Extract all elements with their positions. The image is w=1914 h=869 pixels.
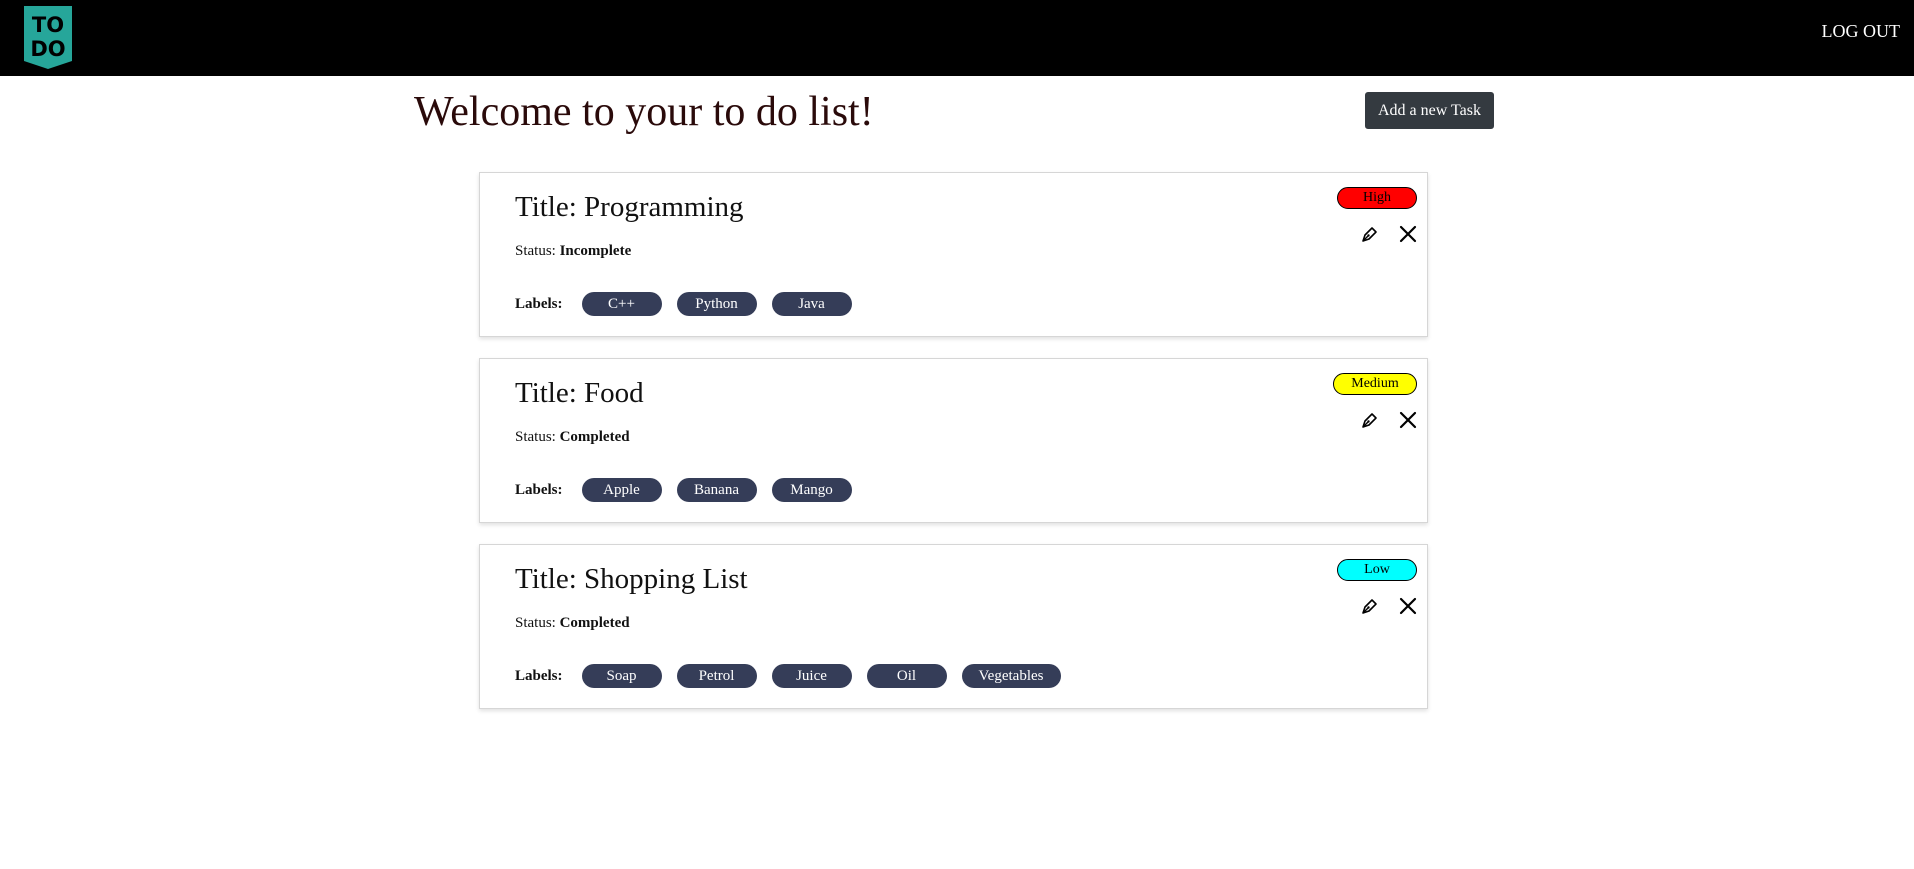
- label-chip[interactable]: Juice: [771, 664, 852, 688]
- status-label: Status:: [515, 243, 556, 259]
- priority-badge: Medium: [1333, 373, 1417, 395]
- task-title: Title: Programming: [515, 191, 744, 223]
- label-chip[interactable]: C++: [581, 292, 662, 316]
- labels-heading: Labels:: [515, 481, 563, 498]
- logo-text-bottom: DO: [30, 37, 65, 61]
- label-chip[interactable]: Vegetables: [961, 664, 1061, 688]
- task-status: Status: Completed: [515, 615, 630, 632]
- label-chip[interactable]: Soap: [581, 664, 662, 688]
- todo-logo[interactable]: TO DO: [24, 6, 72, 69]
- labels-row: Labels: C++ Python Java: [515, 292, 867, 316]
- task-card-programming: Title: Programming Status: Incomplete La…: [479, 172, 1428, 337]
- status-label: Status:: [515, 429, 556, 445]
- task-card-shopping-list: Title: Shopping List Status: Completed L…: [479, 544, 1428, 709]
- labels-row: Labels: Soap Petrol Juice Oil Vegetables: [515, 664, 1076, 688]
- labels-heading: Labels:: [515, 295, 563, 312]
- task-title: Title: Food: [515, 377, 644, 409]
- close-icon[interactable]: [1398, 596, 1418, 616]
- label-chip[interactable]: Apple: [581, 478, 662, 502]
- label-chip[interactable]: Mango: [771, 478, 852, 502]
- label-chip[interactable]: Banana: [676, 478, 757, 502]
- label-chip[interactable]: Python: [676, 292, 757, 316]
- pen-icon[interactable]: [1360, 410, 1380, 430]
- label-chip[interactable]: Java: [771, 292, 852, 316]
- close-icon[interactable]: [1398, 224, 1418, 244]
- status-value: Completed: [559, 429, 630, 445]
- labels-row: Labels: Apple Banana Mango: [515, 478, 867, 502]
- task-card-food: Title: Food Status: Completed Labels: Ap…: [479, 358, 1428, 523]
- priority-badge: Low: [1337, 559, 1417, 581]
- priority-badge: High: [1337, 187, 1417, 209]
- pen-icon[interactable]: [1360, 224, 1380, 244]
- logo-text-top: TO: [32, 13, 64, 37]
- label-chip[interactable]: Petrol: [676, 664, 757, 688]
- top-navbar: TO DO LOG OUT: [0, 0, 1914, 76]
- pen-icon[interactable]: [1360, 596, 1380, 616]
- page-title: Welcome to your to do list!: [414, 89, 874, 135]
- label-chip[interactable]: Oil: [866, 664, 947, 688]
- status-label: Status:: [515, 615, 556, 631]
- status-value: Completed: [559, 615, 630, 631]
- task-status: Status: Completed: [515, 429, 630, 446]
- task-status: Status: Incomplete: [515, 243, 631, 260]
- add-task-button[interactable]: Add a new Task: [1365, 92, 1494, 129]
- task-title: Title: Shopping List: [515, 563, 748, 595]
- close-icon[interactable]: [1398, 410, 1418, 430]
- labels-heading: Labels:: [515, 667, 563, 684]
- status-value: Incomplete: [559, 243, 632, 259]
- logout-link[interactable]: LOG OUT: [1822, 21, 1901, 42]
